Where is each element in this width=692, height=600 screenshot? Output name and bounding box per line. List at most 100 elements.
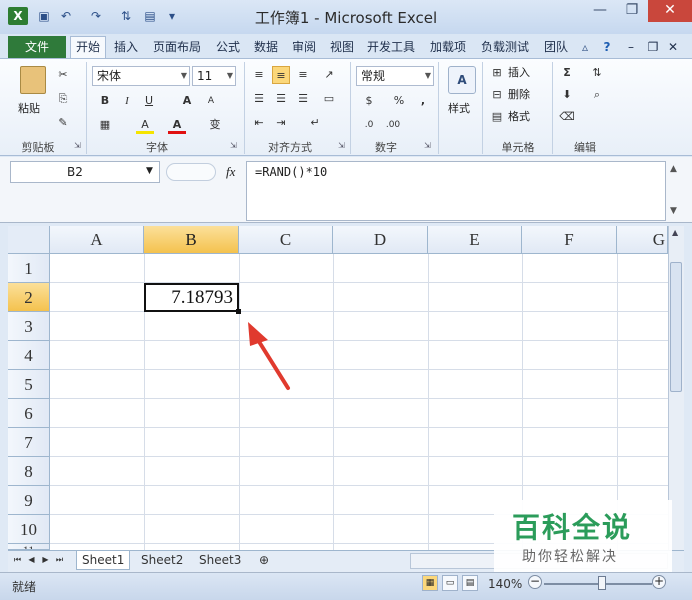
row-header-7[interactable]: 7 <box>8 428 50 457</box>
select-all-corner[interactable] <box>8 226 50 254</box>
undo-icon[interactable]: ↶ <box>56 7 76 25</box>
column-header-b[interactable]: B <box>144 226 239 254</box>
align-right-icon[interactable]: ☰ <box>294 90 312 108</box>
number-launcher-icon[interactable]: ⇲ <box>424 141 434 151</box>
row-header-2[interactable]: 2 <box>8 283 50 312</box>
styles-icon[interactable]: A <box>448 66 476 94</box>
fill-icon[interactable]: ⬇ <box>558 86 576 104</box>
bold-button[interactable]: B <box>96 92 114 110</box>
phonetic-button[interactable]: 变 <box>206 116 224 134</box>
zoom-slider-thumb[interactable] <box>598 576 606 590</box>
tab-developer[interactable]: 开发工具 <box>362 38 420 58</box>
prev-sheet-icon[interactable]: ◀ <box>26 553 37 567</box>
maximize-button[interactable]: ❐ <box>616 0 648 22</box>
clipboard-launcher-icon[interactable]: ⇲ <box>74 141 84 151</box>
sheet-tab-3[interactable]: Sheet3 <box>194 551 246 570</box>
tab-data[interactable]: 数据 <box>250 38 282 58</box>
column-header-e[interactable]: E <box>428 226 522 254</box>
minimize-ribbon-icon[interactable]: ▵ <box>578 38 592 58</box>
font-size-select[interactable]: 11 ▼ <box>192 66 236 86</box>
name-box[interactable]: B2 <box>10 161 160 183</box>
save-icon[interactable]: ▣ <box>34 7 54 25</box>
formula-input[interactable]: =RAND()*10 <box>246 161 666 221</box>
normal-view-button[interactable]: ▦ <box>422 575 438 591</box>
align-middle-icon[interactable]: ≡ <box>272 66 290 84</box>
doc-restore-icon[interactable]: ❐ <box>644 38 662 58</box>
paste-icon[interactable] <box>20 66 46 94</box>
row-header-8[interactable]: 8 <box>8 457 50 486</box>
align-top-icon[interactable]: ≡ <box>250 66 268 84</box>
orientation-icon[interactable]: ↗ <box>320 66 338 84</box>
column-header-g[interactable]: G <box>617 226 668 254</box>
accounting-format-icon[interactable]: $ <box>360 92 378 110</box>
decrease-decimal-icon[interactable]: .00 <box>384 116 402 134</box>
wrap-text-icon[interactable]: ↵ <box>306 114 324 132</box>
delete-cells-button[interactable]: 删除 <box>508 86 530 104</box>
help-icon[interactable]: ? <box>598 38 616 58</box>
align-bottom-icon[interactable]: ≡ <box>294 66 312 84</box>
scroll-up-icon[interactable]: ▲ <box>672 228 678 237</box>
column-header-a[interactable]: A <box>50 226 144 254</box>
row-header-6[interactable]: 6 <box>8 399 50 428</box>
first-sheet-icon[interactable]: ⏮ <box>12 553 23 567</box>
redo-icon[interactable]: ↷ <box>86 7 106 25</box>
name-box-dropdown-icon[interactable]: ▼ <box>146 166 153 176</box>
doc-close-icon[interactable]: ✕ <box>664 38 682 58</box>
styles-button[interactable]: 样式 <box>448 100 470 118</box>
grow-font-button[interactable]: A <box>178 92 196 110</box>
clear-icon[interactable]: ⌫ <box>558 108 576 126</box>
sort-filter-icon[interactable]: ⇅ <box>588 64 606 82</box>
tab-review[interactable]: 审阅 <box>288 38 320 58</box>
find-select-icon[interactable]: ⌕ <box>588 86 606 104</box>
format-painter-icon[interactable]: ✎ <box>54 114 72 132</box>
insert-sheet-icon[interactable]: ⊕ <box>254 551 274 570</box>
tab-addins[interactable]: 加载项 <box>426 38 470 58</box>
border-icon[interactable]: ▦ <box>96 116 114 134</box>
merge-center-icon[interactable]: ▭ <box>320 90 338 108</box>
italic-button[interactable]: I <box>118 92 136 110</box>
zoom-level[interactable]: 140% <box>488 577 522 591</box>
sort-icon[interactable]: ⇅ <box>116 7 136 25</box>
fill-handle[interactable] <box>236 309 241 314</box>
number-format-select[interactable]: 常规 ▼ <box>356 66 434 86</box>
increase-indent-icon[interactable]: ⇥ <box>272 114 290 132</box>
collapse-formula-icon[interactable]: ▼ <box>670 206 677 216</box>
align-center-icon[interactable]: ☰ <box>272 90 290 108</box>
tab-team[interactable]: 团队 <box>540 38 572 58</box>
row-header-10[interactable]: 10 <box>8 515 50 544</box>
column-header-f[interactable]: F <box>522 226 617 254</box>
last-sheet-icon[interactable]: ⏭ <box>54 553 65 567</box>
row-header-9[interactable]: 9 <box>8 486 50 515</box>
filter-icon[interactable]: ▤ <box>140 7 160 25</box>
tab-page-layout[interactable]: 页面布局 <box>148 38 206 58</box>
font-launcher-icon[interactable]: ⇲ <box>230 141 240 151</box>
zoom-out-button[interactable]: − <box>528 575 542 589</box>
alignment-launcher-icon[interactable]: ⇲ <box>338 141 348 151</box>
tab-insert[interactable]: 插入 <box>110 38 142 58</box>
minimize-button[interactable]: — <box>584 0 616 22</box>
close-button[interactable]: ✕ <box>648 0 692 22</box>
page-break-view-button[interactable]: ▤ <box>462 575 478 591</box>
next-sheet-icon[interactable]: ▶ <box>40 553 51 567</box>
column-header-d[interactable]: D <box>333 226 428 254</box>
vertical-scroll-thumb[interactable] <box>670 262 682 392</box>
comma-button[interactable]: , <box>414 92 432 110</box>
underline-button[interactable]: U <box>140 92 158 110</box>
format-cells-button[interactable]: 格式 <box>508 108 530 126</box>
tab-file[interactable]: 文件 <box>8 36 66 58</box>
page-layout-view-button[interactable]: ▭ <box>442 575 458 591</box>
sheet-tab-2[interactable]: Sheet2 <box>136 551 188 570</box>
insert-cells-icon[interactable]: ⊞ <box>488 64 506 82</box>
sheet-tab-1[interactable]: Sheet1 <box>76 551 131 570</box>
row-header-3[interactable]: 3 <box>8 312 50 341</box>
tab-formulas[interactable]: 公式 <box>212 38 244 58</box>
decrease-indent-icon[interactable]: ⇤ <box>250 114 268 132</box>
cut-icon[interactable]: ✂ <box>54 66 72 84</box>
insert-cells-button[interactable]: 插入 <box>508 64 530 82</box>
formula-bar-splitter[interactable] <box>166 163 216 181</box>
increase-decimal-icon[interactable]: .0 <box>360 116 378 134</box>
row-header-1[interactable]: 1 <box>8 254 50 283</box>
tab-home[interactable]: 开始 <box>70 36 106 59</box>
customize-qat-icon[interactable]: ▾ <box>162 7 182 25</box>
insert-function-button[interactable]: fx <box>226 164 235 180</box>
